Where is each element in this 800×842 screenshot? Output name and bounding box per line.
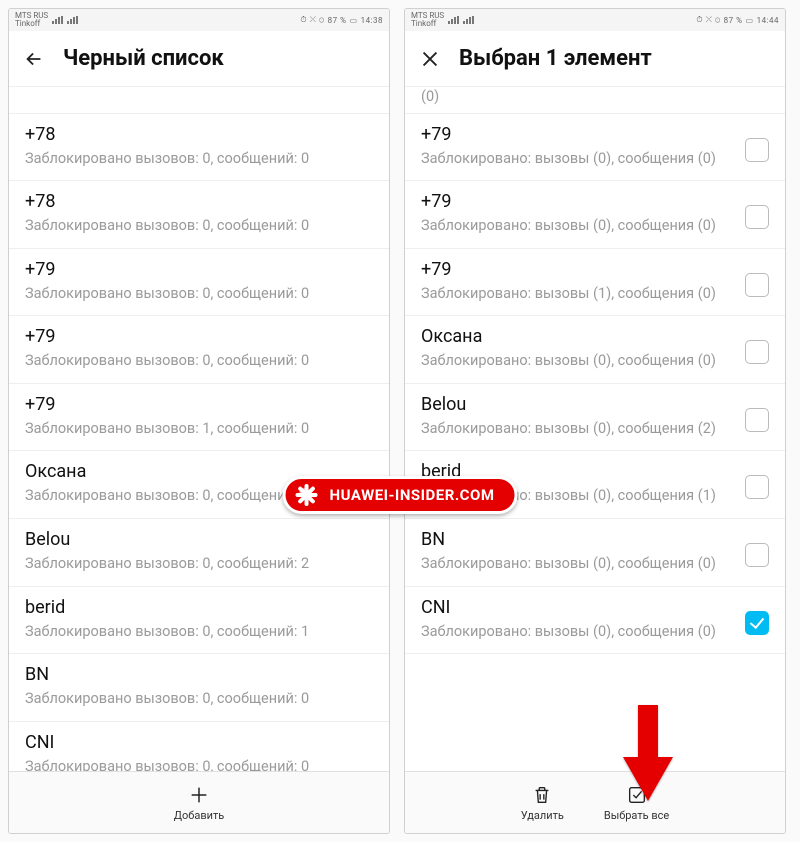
list-item[interactable]: +79 Заблокировано вызовов: 0, сообщений: … <box>9 249 389 317</box>
list-item-title: Belou <box>25 529 373 550</box>
clock: 14:38 <box>361 16 383 25</box>
list-item-title: +79 <box>421 259 735 280</box>
signal-icon <box>52 16 63 24</box>
list-item-sub: Заблокировано вызовов: 0, сообщений: 0 <box>25 757 373 771</box>
list-item-title: +79 <box>25 259 373 280</box>
list-item-sub: Заблокировано вызовов: 0, сообщений: 0 <box>25 284 373 304</box>
list-item-title: +79 <box>421 191 735 212</box>
checkbox[interactable] <box>745 205 769 229</box>
title-bar: Выбран 1 элемент <box>405 31 785 87</box>
list-item-sub: Заблокировано: вызовы (0), сообщения (0) <box>421 554 735 574</box>
status-icons: ⏱ ⤬ ⊙ <box>300 15 324 25</box>
list-item-title: CNI <box>421 597 735 618</box>
signal-icon <box>463 16 474 24</box>
bottom-bar: Удалить Выбрать все <box>405 771 785 833</box>
list-item-sub: Заблокировано вызовов: 0, сообщений: 0 <box>25 149 373 169</box>
list-item-sub: Заблокировано вызовов: 0, сообщений: 0 <box>25 351 373 371</box>
list-item[interactable]: CNI Заблокировано: вызовы (0), сообщения … <box>405 587 785 655</box>
list-item-sub: (0) <box>421 87 769 107</box>
checkbox[interactable] <box>745 408 769 432</box>
add-button[interactable]: Добавить <box>174 784 225 822</box>
checkbox[interactable] <box>745 340 769 364</box>
battery-icon: ▭ <box>746 16 754 25</box>
list-item[interactable]: Оксана Заблокировано: вызовы (0), сообщен… <box>405 316 785 384</box>
status-bar: MTS RUS Tinkoff ⏱ ⤬ ⊙ 87 % ▭ 14:38 <box>9 9 389 31</box>
list-item[interactable]: BN Заблокировано: вызовы (0), сообщения (… <box>405 519 785 587</box>
list-item[interactable]: Belou Заблокировано вызовов: 0, сообщений… <box>9 519 389 587</box>
list-item[interactable]: +79 Заблокировано: вызовы (1), сообщения … <box>405 249 785 317</box>
status-icons: ⏱ ⤬ ⊙ <box>696 15 720 25</box>
list-item[interactable]: Belou Заблокировано: вызовы (0), сообщени… <box>405 384 785 452</box>
list-item-sub: Заблокировано вызовов: 0, сообщений: 2 <box>25 554 373 574</box>
list-item[interactable]: CNI Заблокировано вызовов: 0, сообщений: … <box>9 722 389 771</box>
battery-pct: 87 % <box>328 16 347 25</box>
list-item-sub: Заблокировано вызовов: 0, сообщений: 0 <box>25 216 373 236</box>
list-item[interactable]: +79 Заблокировано: вызовы (0), сообщения … <box>405 181 785 249</box>
list-item-sub: Заблокировано: вызовы (0), сообщения (0) <box>421 216 735 236</box>
list-item[interactable]: (0) <box>405 87 785 114</box>
list-item[interactable]: +79 Заблокировано вызовов: 1, сообщений: … <box>9 384 389 452</box>
page-title: Черный список <box>63 46 224 71</box>
select-all-label: Выбрать все <box>604 809 669 822</box>
list-item-title: +78 <box>25 124 373 145</box>
checkbox[interactable] <box>745 273 769 297</box>
list-item-sub: Заблокировано: вызовы (0), сообщения (0) <box>421 351 735 371</box>
list-item-title: Belou <box>421 394 735 415</box>
list-item[interactable]: +78 Заблокировано вызовов: 0, сообщений: … <box>9 114 389 182</box>
bottom-bar: Добавить <box>9 771 389 833</box>
checkbox[interactable] <box>745 475 769 499</box>
close-icon[interactable] <box>419 48 441 70</box>
list-item-title: Оксана <box>421 326 735 347</box>
list-item[interactable]: … <box>9 87 389 114</box>
selection-list[interactable]: (0) +79 Заблокировано: вызовы (0), сообще… <box>405 87 785 771</box>
list-item-sub: Заблокировано: вызовы (0), сообщения (0) <box>421 149 735 169</box>
arrow-annotation <box>623 705 673 807</box>
list-item-sub: Заблокировано вызовов: 0, сообщений: 1 <box>25 622 373 642</box>
clock: 14:44 <box>757 16 779 25</box>
checkbox[interactable] <box>745 611 769 635</box>
list-item[interactable]: +79 Заблокировано: вызовы (0), сообщения … <box>405 114 785 182</box>
back-icon[interactable] <box>23 48 45 70</box>
list-item-title: CNI <box>25 732 373 753</box>
list-item[interactable]: +78 Заблокировано вызовов: 0, сообщений: … <box>9 181 389 249</box>
watermark-badge: HUAWEI-INSIDER.COM <box>283 476 518 514</box>
battery-icon: ▭ <box>350 16 358 25</box>
checkbox[interactable] <box>745 138 769 162</box>
delete-button[interactable]: Удалить <box>521 784 564 822</box>
phone-right: MTS RUS Tinkoff ⏱ ⤬ ⊙ 87 % ▭ 14:44 Выбра… <box>404 8 786 834</box>
list-item-title: +78 <box>25 191 373 212</box>
status-bar: MTS RUS Tinkoff ⏱ ⤬ ⊙ 87 % ▭ 14:44 <box>405 9 785 31</box>
blacklist-list[interactable]: … +78 Заблокировано вызовов: 0, сообщений… <box>9 87 389 771</box>
list-item-title: BN <box>421 529 735 550</box>
carrier-2: Tinkoff <box>411 20 444 28</box>
signal-icon <box>448 16 459 24</box>
signal-icon <box>67 16 78 24</box>
list-item-sub: Заблокировано: вызовы (0), сообщения (2) <box>421 419 735 439</box>
delete-label: Удалить <box>521 809 564 822</box>
title-bar: Черный список <box>9 31 389 87</box>
list-item[interactable]: BN Заблокировано вызовов: 0, сообщений: 0 <box>9 654 389 722</box>
carrier-2: Tinkoff <box>15 20 48 28</box>
checkbox[interactable] <box>745 543 769 567</box>
list-item-sub: Заблокировано вызовов: 0, сообщений: 0 <box>25 689 373 709</box>
list-item-title: berid <box>25 597 373 618</box>
list-item-title: BN <box>25 664 373 685</box>
list-item-title: +79 <box>25 326 373 347</box>
list-item-title: +79 <box>421 124 735 145</box>
battery-pct: 87 % <box>724 16 743 25</box>
list-item[interactable]: berid Заблокировано вызовов: 0, сообщений… <box>9 587 389 655</box>
phone-left: MTS RUS Tinkoff ⏱ ⤬ ⊙ 87 % ▭ 14:38 Черны… <box>8 8 390 834</box>
list-item[interactable]: +79 Заблокировано вызовов: 0, сообщений: … <box>9 316 389 384</box>
page-title: Выбран 1 элемент <box>459 46 652 71</box>
list-item-sub: Заблокировано вызовов: 1, сообщений: 0 <box>25 419 373 439</box>
list-item-sub: Заблокировано: вызовы (0), сообщения (0) <box>421 622 735 642</box>
list-item-title: +79 <box>25 394 373 415</box>
add-label: Добавить <box>174 809 225 822</box>
watermark-text: HUAWEI-INSIDER.COM <box>330 486 495 504</box>
list-item-sub: Заблокировано: вызовы (1), сообщения (0) <box>421 284 735 304</box>
